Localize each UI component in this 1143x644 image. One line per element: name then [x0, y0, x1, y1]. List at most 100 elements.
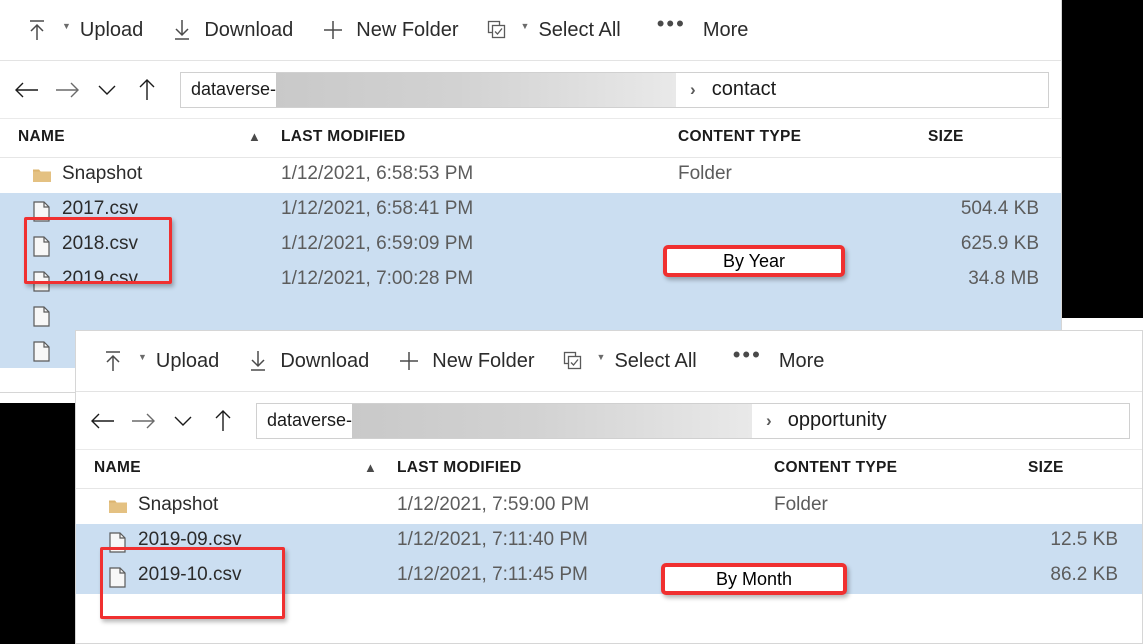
row-name[interactable]: 2017.csv: [62, 198, 138, 220]
row-size: 504.4 KB: [960, 198, 1039, 219]
back-button[interactable]: [86, 404, 120, 438]
folder-icon: [108, 497, 127, 518]
table-row[interactable]: Snapshot 1/12/2021, 6:58:53 PM Folder: [0, 158, 1061, 193]
table-row[interactable]: 2019-09.csv 1/12/2021, 7:11:40 PM 12.5 K…: [76, 524, 1142, 559]
table-row[interactable]: 2019-10.csv 1/12/2021, 7:11:45 PM 86.2 K…: [76, 559, 1142, 594]
row-modified: 1/12/2021, 6:59:09 PM: [281, 233, 474, 254]
select-all-label: Select All: [538, 19, 621, 41]
address-bar: dataverse- › opportunity: [76, 392, 1142, 449]
column-header-row: NAME ▲ LAST MODIFIED CONTENT TYPE SIZE: [76, 449, 1142, 489]
breadcrumb-redacted: [352, 403, 753, 438]
download-button[interactable]: Download: [157, 8, 307, 52]
breadcrumb-current[interactable]: opportunity: [788, 409, 887, 432]
upload-caret-icon[interactable]: ▼: [138, 352, 147, 362]
row-name[interactable]: 2019-10.csv: [138, 564, 242, 586]
up-button[interactable]: [206, 404, 240, 438]
column-header-row: NAME ▲ LAST MODIFIED CONTENT TYPE SIZE: [0, 118, 1061, 158]
upload-button[interactable]: ▼ Upload: [88, 339, 233, 383]
breadcrumb-current[interactable]: contact: [712, 78, 776, 101]
row-content-type: Folder: [678, 163, 732, 184]
more-button[interactable]: ••• More: [719, 339, 839, 383]
folder-icon: [32, 166, 51, 187]
row-modified: 1/12/2021, 7:59:00 PM: [397, 494, 590, 515]
forward-button[interactable]: [50, 73, 84, 107]
column-header-content-type[interactable]: CONTENT TYPE: [774, 459, 897, 477]
row-name[interactable]: 2018.csv: [62, 233, 138, 255]
table-row[interactable]: [0, 298, 1061, 333]
row-name[interactable]: 2019-09.csv: [138, 529, 242, 551]
row-content-type: Folder: [774, 494, 828, 515]
breadcrumb-root[interactable]: dataverse-: [257, 410, 352, 431]
sort-ascending-icon[interactable]: ▲: [248, 129, 261, 144]
column-header-name[interactable]: NAME: [94, 459, 141, 477]
select-all-button[interactable]: ▼ Select All: [549, 339, 711, 383]
row-modified: 1/12/2021, 7:00:28 PM: [281, 268, 474, 289]
file-icon: [33, 341, 51, 362]
file-icon: [33, 306, 51, 327]
annotation-callout-by-year: By Year: [663, 245, 845, 277]
download-icon: [171, 18, 193, 42]
table-row[interactable]: 2019.csv 1/12/2021, 7:00:28 PM 34.8 MB: [0, 263, 1061, 298]
backdrop-block-left: [0, 403, 75, 644]
command-bar: ▼ Upload Download New Folder ▼ Select Al…: [76, 331, 1142, 392]
sort-ascending-icon[interactable]: ▲: [364, 460, 377, 475]
upload-label: Upload: [79, 19, 144, 41]
row-modified: 1/12/2021, 7:11:45 PM: [397, 564, 588, 585]
file-browser-panel-opportunity: ▼ Upload Download New Folder ▼ Select Al…: [75, 330, 1143, 644]
select-all-caret-icon[interactable]: ▼: [521, 21, 530, 31]
annotation-callout-by-month: By Month: [661, 563, 847, 595]
new-folder-button[interactable]: New Folder: [307, 8, 472, 52]
column-header-size[interactable]: SIZE: [1028, 459, 1064, 477]
select-all-button[interactable]: ▼ Select All: [473, 8, 635, 52]
file-list: Snapshot 1/12/2021, 7:59:00 PM Folder 20…: [76, 489, 1142, 594]
download-label: Download: [204, 19, 294, 41]
new-folder-label: New Folder: [356, 19, 459, 41]
upload-icon: [102, 349, 124, 373]
table-row[interactable]: 2017.csv 1/12/2021, 6:58:41 PM 504.4 KB: [0, 193, 1061, 228]
breadcrumb[interactable]: dataverse- › opportunity: [256, 402, 1130, 439]
select-all-caret-icon[interactable]: ▼: [597, 352, 606, 362]
row-modified: 1/12/2021, 6:58:53 PM: [281, 163, 474, 184]
table-row[interactable]: Snapshot 1/12/2021, 7:59:00 PM Folder: [76, 489, 1142, 524]
upload-button[interactable]: ▼ Upload: [12, 8, 157, 52]
file-icon: [33, 271, 51, 292]
backdrop-block-right: [1062, 0, 1143, 318]
breadcrumb-root[interactable]: dataverse-: [181, 79, 276, 100]
select-all-icon: [487, 20, 507, 40]
recent-locations-button[interactable]: [90, 73, 124, 107]
file-icon: [109, 532, 127, 553]
column-header-content-type[interactable]: CONTENT TYPE: [678, 128, 801, 146]
column-header-last-modified[interactable]: LAST MODIFIED: [281, 128, 405, 146]
file-icon: [33, 201, 51, 222]
column-header-last-modified[interactable]: LAST MODIFIED: [397, 459, 521, 477]
more-button[interactable]: ••• More: [643, 8, 763, 52]
column-header-size[interactable]: SIZE: [928, 128, 964, 146]
chevron-right-icon: ›: [766, 410, 772, 430]
file-icon: [33, 236, 51, 257]
row-modified: 1/12/2021, 6:58:41 PM: [281, 198, 474, 219]
row-name[interactable]: Snapshot: [138, 494, 218, 516]
upload-icon: [26, 18, 48, 42]
address-bar: dataverse- › contact: [0, 61, 1061, 118]
upload-caret-icon[interactable]: ▼: [62, 21, 71, 31]
row-modified: 1/12/2021, 7:11:40 PM: [397, 529, 588, 550]
download-button[interactable]: Download: [233, 339, 383, 383]
chevron-right-icon: ›: [690, 79, 696, 99]
table-row[interactable]: 2018.csv 1/12/2021, 6:59:09 PM 625.9 KB: [0, 228, 1061, 263]
upload-label: Upload: [155, 350, 220, 372]
recent-locations-button[interactable]: [166, 404, 200, 438]
forward-button[interactable]: [126, 404, 160, 438]
up-button[interactable]: [130, 73, 164, 107]
new-folder-label: New Folder: [432, 350, 535, 372]
breadcrumb[interactable]: dataverse- › contact: [180, 71, 1049, 108]
column-header-name[interactable]: NAME: [18, 128, 65, 146]
back-button[interactable]: [10, 73, 44, 107]
breadcrumb-redacted: [276, 72, 677, 107]
new-folder-button[interactable]: New Folder: [383, 339, 548, 383]
row-name[interactable]: Snapshot: [62, 163, 142, 185]
row-name[interactable]: 2019.csv: [62, 268, 138, 290]
more-label: More: [778, 350, 825, 372]
download-label: Download: [280, 350, 370, 372]
row-size: 12.5 KB: [1050, 529, 1118, 550]
command-bar: ▼ Upload Download New Folder ▼ Select Al…: [0, 0, 1061, 61]
